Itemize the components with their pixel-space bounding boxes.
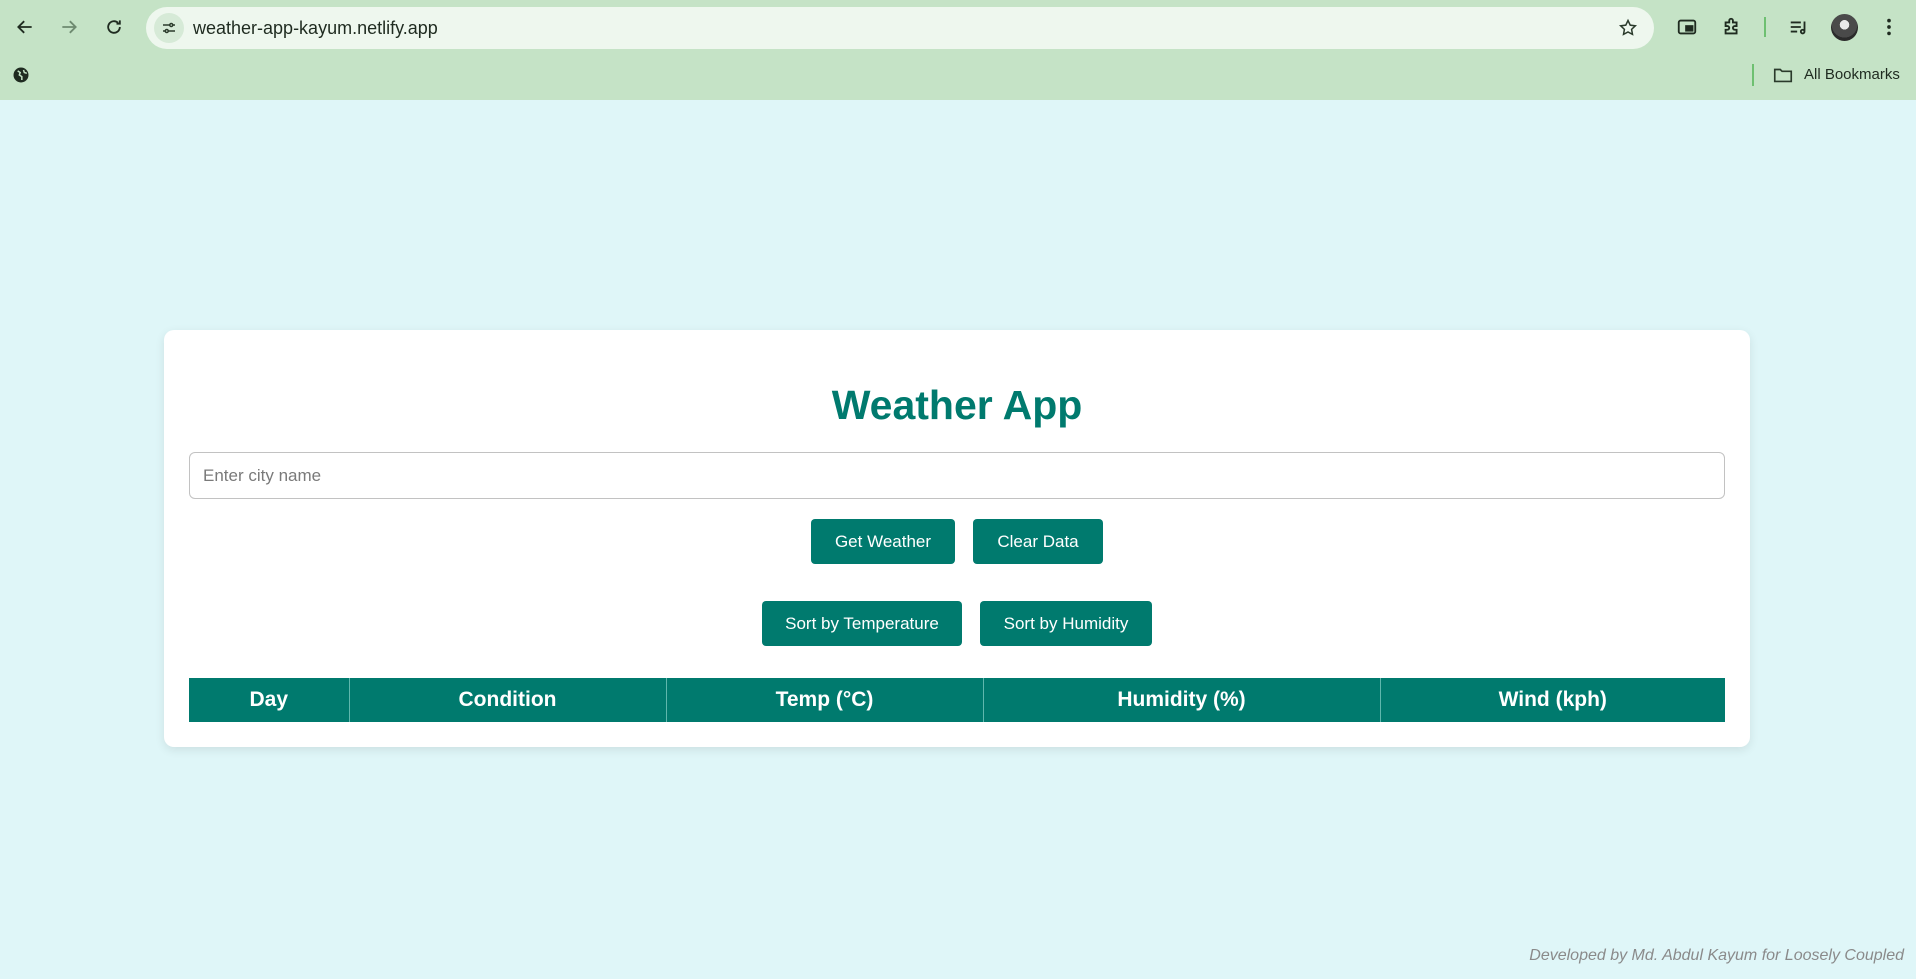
column-header-wind: Wind (kph) [1380,678,1725,722]
clear-data-button[interactable]: Clear Data [973,519,1103,564]
get-weather-button[interactable]: Get Weather [811,519,955,564]
sort-temperature-button[interactable]: Sort by Temperature [762,601,962,646]
table-header-row: Day Condition Temp (°C) Humidity (%) Win… [189,678,1725,722]
weather-card: Weather App Get Weather Clear Data Sort … [164,330,1750,747]
footer-credit: Developed by Md. Abdul Kayum for Loosely… [1529,947,1904,964]
more-menu-icon[interactable] [1877,15,1901,39]
column-header-day: Day [189,678,350,722]
extensions-icon[interactable] [1720,15,1744,39]
page-title: Weather App [831,382,1083,428]
bookmarks-divider [1752,64,1754,86]
bookmark-star-icon[interactable] [1618,18,1638,38]
folder-icon [1772,64,1794,86]
weather-table: Day Condition Temp (°C) Humidity (%) Win… [189,678,1725,722]
reload-icon[interactable] [99,12,129,42]
city-search-input[interactable] [189,452,1725,499]
picture-in-picture-icon[interactable] [1675,15,1699,39]
back-icon[interactable] [10,12,40,42]
profile-avatar[interactable] [1831,14,1858,41]
site-info-icon[interactable] [154,13,184,43]
toolbar-divider [1764,17,1766,37]
globe-icon[interactable] [11,65,33,87]
sort-humidity-button[interactable]: Sort by Humidity [980,601,1152,646]
media-queue-icon[interactable] [1787,15,1811,39]
browser-toolbar: weather-app-kayum.netlify.app [0,0,1916,55]
url-text[interactable]: weather-app-kayum.netlify.app [193,18,438,39]
column-header-condition: Condition [349,678,667,722]
bookmarks-bar: All Bookmarks [0,55,1916,100]
address-bar[interactable]: weather-app-kayum.netlify.app [146,7,1654,49]
column-header-humidity: Humidity (%) [983,678,1381,722]
forward-icon[interactable] [54,12,84,42]
all-bookmarks-link[interactable]: All Bookmarks [1804,66,1900,83]
column-header-temp: Temp (°C) [666,678,984,722]
